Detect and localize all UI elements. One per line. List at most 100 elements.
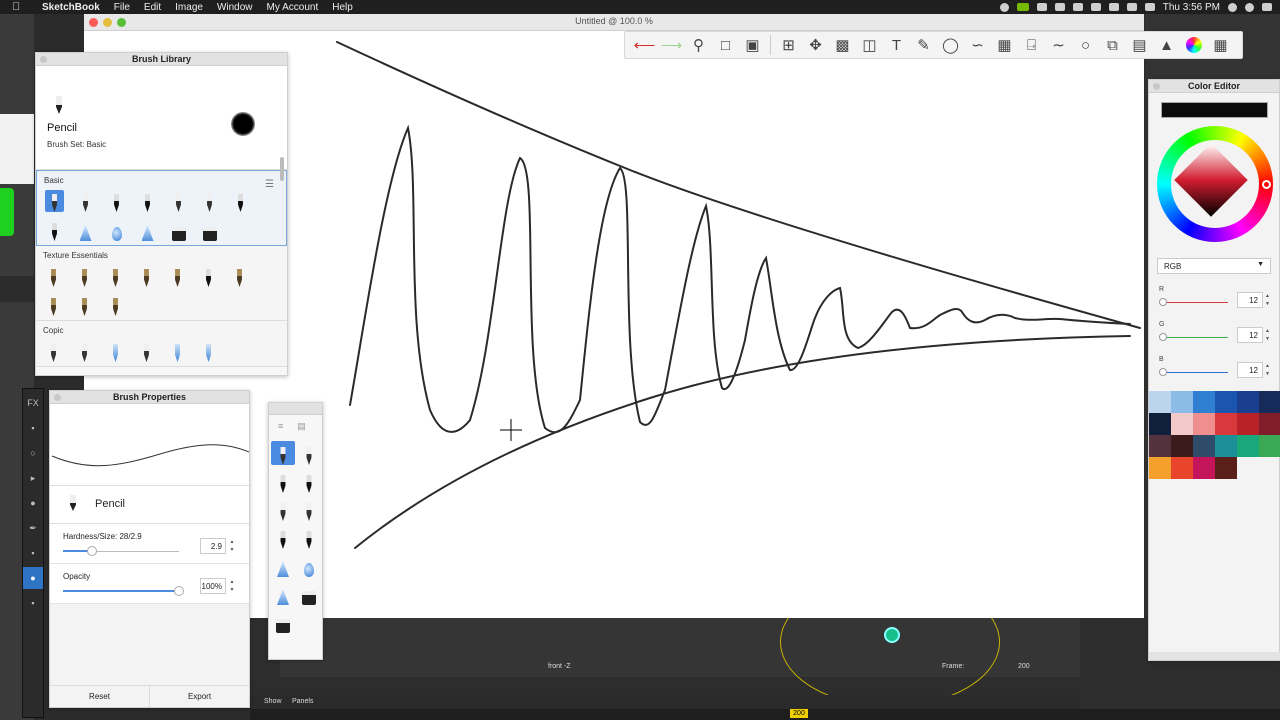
texture-brush-7-icon[interactable] (230, 265, 249, 287)
color-wheel[interactable] (1157, 126, 1273, 242)
copic-brush-4-icon[interactable] (137, 340, 156, 362)
palette-airbrush-icon[interactable] (271, 553, 295, 577)
grid-icon[interactable]: ▦ (1209, 34, 1232, 56)
pencil-brush-icon[interactable] (45, 190, 64, 212)
red-value-input[interactable]: 12 (1237, 292, 1263, 308)
palette-swatch[interactable] (1215, 435, 1237, 457)
ballpoint-pen-icon[interactable] (169, 190, 188, 212)
opacity-input[interactable]: 100% (200, 578, 226, 594)
siri-icon[interactable] (1245, 2, 1254, 12)
palette-swatch[interactable] (1259, 435, 1280, 457)
copic-brush-6-icon[interactable] (199, 340, 218, 362)
copy-paste-icon[interactable]: ⧉ (1101, 34, 1124, 56)
palette-swatch[interactable] (1171, 435, 1193, 457)
blue-slider-knob[interactable] (1159, 368, 1167, 376)
palette-brush-pen-icon[interactable] (271, 525, 295, 549)
text-icon[interactable]: T (885, 34, 908, 56)
ellipse-icon[interactable]: ◯ (939, 34, 962, 56)
technical-pen-icon[interactable] (76, 190, 95, 212)
palette-pencil-icon[interactable] (271, 441, 295, 465)
brush-library-scrollbar[interactable] (280, 157, 284, 181)
palette-swatch[interactable] (1193, 413, 1215, 435)
palette-swatch[interactable] (1215, 457, 1237, 479)
palette-pen-icon[interactable] (297, 441, 321, 465)
zoom-icon[interactable]: ⚲ (687, 34, 710, 56)
fx-icon[interactable]: FX (23, 392, 43, 414)
texture-brush-8-icon[interactable] (44, 294, 63, 316)
copic-brush-5-icon[interactable] (168, 340, 187, 362)
menu-image[interactable]: Image (175, 2, 203, 13)
palette-water-drop-icon[interactable] (297, 553, 321, 577)
bluetooth-icon[interactable] (1072, 3, 1083, 11)
symmetry-icon[interactable]: ⍈ (1020, 34, 1043, 56)
opacity-stepper[interactable]: ▲ ▼ (228, 578, 236, 594)
status-icon[interactable] (999, 2, 1009, 12)
misc-icon[interactable]: ▪ (23, 592, 43, 614)
crop-icon[interactable]: ⊞ (777, 34, 800, 56)
square-icon[interactable]: ▪ (23, 417, 43, 439)
brush-library-title[interactable]: Brush Library (36, 53, 287, 66)
texture-brush-9-icon[interactable] (75, 294, 94, 316)
reset-button[interactable]: Reset (50, 686, 149, 707)
circle-icon[interactable]: ○ (1074, 34, 1097, 56)
section-menu-icon[interactable]: ☰ (265, 179, 274, 190)
tab-panels[interactable]: Panels (292, 698, 313, 705)
panel-close-icon[interactable] (54, 394, 61, 401)
select-icon[interactable]: □ (714, 34, 737, 56)
texture-brush-6-icon[interactable] (199, 265, 218, 287)
hue-ring-knob[interactable] (1262, 180, 1271, 189)
perspective-icon[interactable]: ▦ (993, 34, 1016, 56)
sliders-icon[interactable]: ≡ (278, 421, 283, 437)
node-icon[interactable]: ▪ (23, 542, 43, 564)
curve-icon[interactable]: ∼ (1047, 34, 1070, 56)
palette-swatch[interactable] (1171, 457, 1193, 479)
palette-swatch[interactable] (1215, 391, 1237, 413)
color-mode-dropdown[interactable]: RGB ▼ (1157, 258, 1271, 274)
palette-fine-pen-icon[interactable] (297, 497, 321, 521)
printer-icon[interactable] (1036, 3, 1047, 11)
hard-eraser-icon[interactable] (200, 219, 219, 241)
palette-swatch[interactable] (1215, 413, 1237, 435)
window-titlebar[interactable]: Untitled @ 100.0 % (84, 14, 1144, 31)
redo-icon[interactable]: ⟶ (660, 34, 683, 56)
texture-brush-1-icon[interactable] (44, 265, 63, 287)
palette-felt-pen-icon[interactable] (297, 525, 321, 549)
tab-show[interactable]: Show (264, 698, 282, 705)
list-icon[interactable]: ▤ (297, 421, 306, 437)
panel-close-icon[interactable] (40, 56, 47, 63)
fine-pen-icon[interactable] (200, 190, 219, 212)
volume-icon[interactable] (1108, 3, 1119, 11)
green-slider-knob[interactable] (1159, 333, 1167, 341)
pointer-icon[interactable]: ▸ (23, 467, 43, 489)
palette-hard-eraser-icon[interactable] (271, 609, 295, 633)
opacity-slider-knob[interactable] (174, 586, 184, 596)
layer-icon[interactable]: ▤ (1128, 34, 1151, 56)
transform-icon[interactable]: ✥ (804, 34, 827, 56)
hardness-slider-knob[interactable] (87, 546, 97, 556)
color-editor-title[interactable]: Color Editor (1149, 80, 1279, 93)
display-icon[interactable] (1054, 3, 1065, 11)
palette-swatch[interactable] (1171, 391, 1193, 413)
clock[interactable]: Thu 3:56 PM (1163, 2, 1220, 13)
menu-window[interactable]: Window (217, 2, 253, 13)
brush-icon[interactable]: ▲ (1155, 34, 1178, 56)
palette-ink-icon[interactable] (297, 469, 321, 493)
undo-icon[interactable]: ⟵ (633, 34, 656, 56)
french-curve-icon[interactable]: ∽ (966, 34, 989, 56)
notification-center-icon[interactable] (1262, 3, 1272, 11)
palette-soft-airbrush-icon[interactable] (271, 581, 295, 605)
move-icon[interactable]: ● (23, 492, 43, 514)
texture-brush-2-icon[interactable] (75, 265, 94, 287)
menu-file[interactable]: File (114, 2, 130, 13)
active-tool-icon[interactable]: ● (23, 567, 43, 589)
nvidia-icon[interactable] (1016, 3, 1029, 11)
palette-eraser-icon[interactable] (297, 581, 321, 605)
apple-icon[interactable]:  (12, 1, 24, 13)
blue-value-input[interactable]: 12 (1237, 362, 1263, 378)
ruler-icon[interactable]: ✎ (912, 34, 935, 56)
palette-swatch[interactable] (1149, 413, 1171, 435)
palette-swatch[interactable] (1193, 435, 1215, 457)
green-stepper[interactable]: ▲ ▼ (1265, 327, 1270, 343)
copic-brush-3-icon[interactable] (106, 340, 125, 362)
app-menu[interactable]: SketchBook (42, 2, 100, 13)
